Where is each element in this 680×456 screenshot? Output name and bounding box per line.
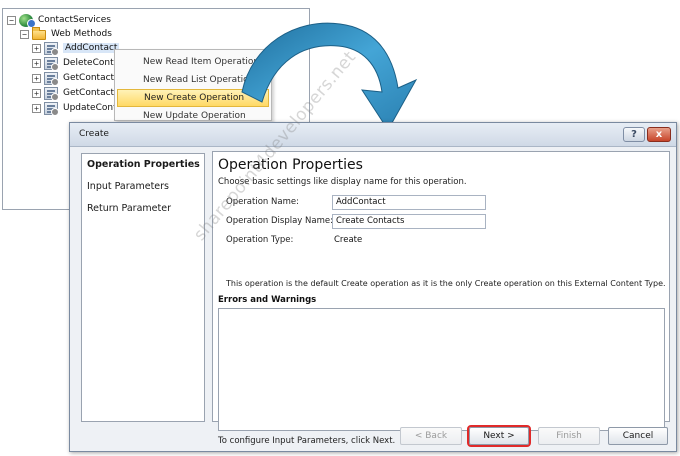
errors-warnings-box: [218, 308, 665, 431]
expand-toggle[interactable]: +: [32, 73, 41, 83]
expand-toggle[interactable]: +: [32, 43, 41, 53]
collapse-toggle[interactable]: −: [20, 29, 29, 39]
dialog-titlebar: Create ? x: [70, 123, 676, 147]
tree-node-label: GetContactI: [63, 73, 117, 83]
tree-node-label: DeleteConta: [63, 58, 120, 68]
operation-info-text: This operation is the default Create ope…: [226, 279, 666, 288]
close-button[interactable]: x: [647, 127, 671, 142]
tree-node-updatecontact[interactable]: + UpdateCont: [32, 101, 117, 116]
back-button[interactable]: < Back: [400, 427, 462, 445]
web-method-icon: [44, 101, 59, 116]
tree-node-contactservices[interactable]: − ContactServices: [7, 13, 111, 28]
cancel-button[interactable]: Cancel: [608, 427, 668, 445]
tree-node-getcontactinfo[interactable]: + GetContactI: [32, 71, 117, 86]
web-method-icon: [44, 41, 59, 56]
tree-node-deletecontact[interactable]: + DeleteConta: [32, 56, 120, 71]
service-globe-icon: [19, 13, 36, 28]
next-step-hint: To configure Input Parameters, click Nex…: [218, 436, 396, 446]
tree-node-label: GetContacts: [63, 88, 119, 98]
folder-icon: [32, 27, 46, 40]
web-method-icon: [44, 56, 59, 71]
web-method-icon: [44, 71, 59, 86]
help-button[interactable]: ?: [623, 127, 645, 142]
expand-toggle[interactable]: +: [32, 88, 41, 98]
finish-button[interactable]: Finish: [538, 427, 600, 445]
page-subtitle: Choose basic settings like display name …: [218, 177, 467, 187]
tree-node-label: AddContact: [63, 43, 120, 53]
nav-item-return-parameter[interactable]: Return Parameter: [87, 203, 171, 214]
wizard-nav: Operation Properties Input Parameters Re…: [81, 153, 205, 422]
operation-name-input[interactable]: AddContact: [332, 195, 486, 210]
tree-node-web-methods[interactable]: − Web Methods: [20, 27, 112, 41]
nav-item-input-parameters[interactable]: Input Parameters: [87, 181, 169, 192]
operation-properties-panel: Operation Properties Choose basic settin…: [212, 151, 670, 446]
operation-type-value: Create: [334, 235, 363, 245]
tree-node-addcontact[interactable]: + AddContact: [32, 41, 120, 56]
operation-name-label: Operation Name:: [226, 197, 299, 207]
expand-toggle[interactable]: +: [32, 103, 41, 113]
next-button[interactable]: Next >: [467, 425, 531, 447]
tree-node-label: ContactServices: [38, 15, 111, 25]
tree-node-label: UpdateCont: [63, 103, 117, 113]
expand-toggle[interactable]: +: [32, 58, 41, 68]
operation-display-name-label: Operation Display Name:: [226, 216, 333, 226]
create-dialog: Create ? x Operation Properties Input Pa…: [69, 122, 677, 452]
operation-display-name-input[interactable]: Create Contacts: [332, 214, 486, 229]
tree-node-label: Web Methods: [51, 29, 112, 39]
operation-type-label: Operation Type:: [226, 235, 294, 245]
page-title: Operation Properties: [218, 157, 363, 173]
curved-arrow-icon: [241, 22, 418, 131]
errors-warnings-title: Errors and Warnings: [218, 295, 317, 305]
dialog-title: Create: [79, 129, 109, 139]
tree-node-getcontacts[interactable]: + GetContacts: [32, 86, 119, 101]
nav-item-operation-properties[interactable]: Operation Properties: [87, 159, 200, 170]
collapse-toggle[interactable]: −: [7, 15, 16, 25]
web-method-icon: [44, 86, 59, 101]
